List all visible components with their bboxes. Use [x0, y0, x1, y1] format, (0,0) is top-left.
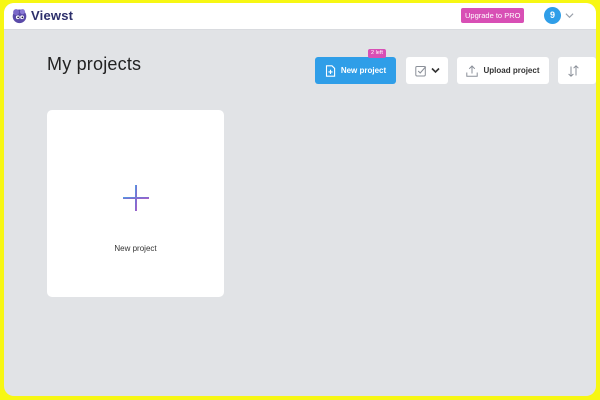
checkbox-icon	[414, 65, 426, 76]
top-bar: Viewst Upgrade to PRO 9	[4, 3, 596, 30]
new-project-button-label: New project	[340, 66, 387, 75]
upload-project-button[interactable]: Upload project	[457, 57, 549, 84]
projects-left-badge: 2 left	[368, 49, 386, 58]
chevron-down-icon[interactable]	[565, 12, 574, 19]
chevron-down-icon	[430, 67, 440, 74]
upload-project-button-label: Upload project	[483, 66, 540, 75]
sort-icon	[568, 64, 579, 77]
brand-logo[interactable]: Viewst	[11, 7, 73, 24]
plus-icon	[123, 185, 149, 211]
new-project-card[interactable]: New project	[47, 110, 224, 297]
select-projects-button[interactable]	[406, 57, 448, 84]
upload-icon	[466, 64, 479, 77]
new-project-card-label: New project	[114, 244, 157, 253]
upgrade-to-pro-button[interactable]: Upgrade to PRO	[461, 8, 525, 23]
viewst-logo-icon	[12, 9, 27, 24]
page-title: My projects	[47, 54, 142, 74]
new-project-button[interactable]: New project	[315, 57, 396, 84]
user-avatar[interactable]: 9	[544, 7, 561, 24]
brand-name: Viewst	[31, 8, 74, 23]
file-plus-icon	[325, 64, 335, 77]
sort-button[interactable]	[558, 57, 596, 84]
app-window: Viewst Upgrade to PRO 9 My projects New …	[4, 3, 596, 396]
